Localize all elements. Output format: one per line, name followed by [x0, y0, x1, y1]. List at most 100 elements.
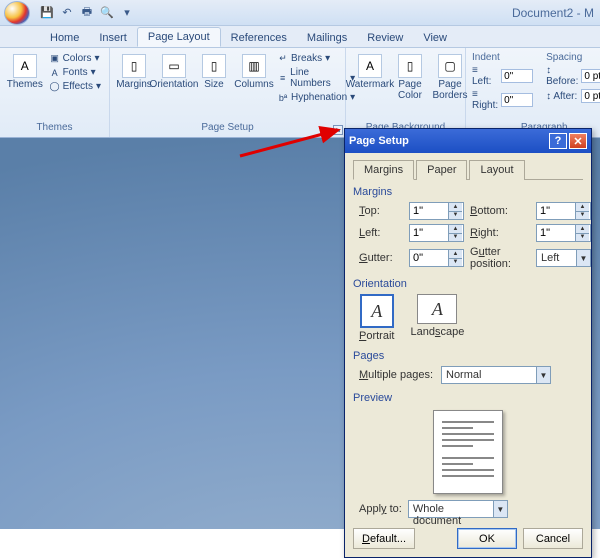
page-setup-dialog: Page Setup ? ✕ Margins Paper Layout Marg… — [344, 128, 592, 558]
ok-button[interactable]: OK — [457, 528, 517, 549]
group-page-setup: ▯Margins ▭Orientation ▯Size ▥Columns ↵Br… — [110, 48, 346, 137]
page-color-icon: ▯ — [398, 54, 422, 78]
gutter-pos-combo[interactable]: Left▼ — [536, 249, 591, 267]
tab-page-layout[interactable]: Page Layout — [137, 27, 221, 47]
gutter-label: Gutter: — [359, 252, 403, 264]
dialog-help-button[interactable]: ? — [549, 133, 567, 149]
dialog-tab-paper[interactable]: Paper — [416, 160, 467, 180]
left-label: Left: — [359, 227, 403, 239]
top-spinner[interactable]: ▲▼ — [409, 202, 464, 220]
qat-dropdown-icon[interactable]: ▾ — [118, 4, 136, 22]
ribbon: A Themes ▣Colors▾ AFonts▾ ◯Effects▾ Them… — [0, 48, 600, 138]
colors-label: Colors — [63, 53, 92, 64]
section-orientation: Orientation — [353, 278, 583, 290]
dialog-tab-margins[interactable]: Margins — [353, 160, 414, 180]
group-page-setup-label: Page Setup — [116, 122, 339, 135]
tab-review[interactable]: Review — [357, 29, 413, 47]
tab-insert[interactable]: Insert — [89, 29, 137, 47]
gutter-input[interactable] — [410, 250, 448, 266]
gutter-pos-value: Left — [537, 250, 576, 266]
gutter-spinner[interactable]: ▲▼ — [409, 249, 464, 267]
margins-button[interactable]: ▯Margins — [116, 52, 152, 92]
effects-label: Effects — [63, 81, 93, 92]
bottom-input[interactable] — [537, 203, 575, 219]
spacing-before-input[interactable] — [581, 69, 600, 83]
gutter-down[interactable]: ▼ — [448, 259, 462, 267]
bottom-up[interactable]: ▲ — [575, 203, 589, 212]
tab-home[interactable]: Home — [40, 29, 89, 47]
orientation-button[interactable]: ▭Orientation — [156, 52, 192, 92]
indent-right-input[interactable] — [501, 93, 533, 107]
title-bar: 💾 ↶ 🖶 🔍 ▾ Document2 - M — [0, 0, 600, 26]
page-borders-button[interactable]: ▢Page Borders — [432, 52, 468, 103]
spacing-heading: Spacing — [546, 52, 600, 63]
top-up[interactable]: ▲ — [448, 203, 462, 212]
default-button[interactable]: Default... — [353, 528, 415, 549]
indent-left-input[interactable] — [501, 69, 533, 83]
print-icon[interactable]: 🖶 — [78, 4, 96, 22]
colors-button[interactable]: ▣Colors▾ — [48, 52, 103, 65]
effects-button[interactable]: ◯Effects▾ — [48, 80, 103, 93]
left-up[interactable]: ▲ — [448, 225, 462, 234]
orientation-landscape[interactable]: A Landscape — [410, 294, 464, 342]
page-color-button[interactable]: ▯Page Color — [392, 52, 428, 103]
bottom-label: Bottom: — [470, 205, 530, 217]
page-setup-launcher[interactable]: ↘ — [333, 125, 343, 135]
watermark-button[interactable]: AWatermark — [352, 52, 388, 92]
chevron-down-icon[interactable]: ▼ — [493, 501, 507, 517]
dialog-close-button[interactable]: ✕ — [569, 133, 587, 149]
preview-icon[interactable]: 🔍 — [98, 4, 116, 22]
tab-references[interactable]: References — [221, 29, 297, 47]
orientation-icon: ▭ — [162, 54, 186, 78]
page-borders-label: Page Borders — [433, 79, 468, 101]
top-down[interactable]: ▼ — [448, 212, 462, 220]
bottom-spinner[interactable]: ▲▼ — [536, 202, 591, 220]
spacing-after-label: After: — [553, 91, 577, 102]
breaks-button[interactable]: ↵Breaks▾ — [276, 52, 357, 65]
section-preview: Preview — [353, 392, 583, 404]
preview-page — [433, 410, 503, 494]
top-label: Top: — [359, 205, 403, 217]
cancel-button[interactable]: Cancel — [523, 528, 583, 549]
hyphenation-label: Hyphenation — [291, 92, 347, 103]
chevron-down-icon[interactable]: ▼ — [576, 250, 590, 266]
watermark-label: Watermark — [346, 79, 395, 90]
portrait-label: Portrait — [359, 330, 394, 342]
right-down[interactable]: ▼ — [575, 234, 589, 242]
page-borders-icon: ▢ — [438, 54, 462, 78]
multiple-pages-combo[interactable]: Normal▼ — [441, 366, 551, 384]
quick-access-toolbar: 💾 ↶ 🖶 🔍 ▾ — [38, 4, 136, 22]
tab-mailings[interactable]: Mailings — [297, 29, 357, 47]
apply-to-combo[interactable]: Whole document▼ — [408, 500, 508, 518]
bottom-down[interactable]: ▼ — [575, 212, 589, 220]
fonts-button[interactable]: AFonts▾ — [48, 66, 103, 79]
orientation-label: Orientation — [150, 79, 199, 90]
save-icon[interactable]: 💾 — [38, 4, 56, 22]
themes-button[interactable]: A Themes — [6, 52, 44, 92]
columns-icon: ▥ — [242, 54, 266, 78]
left-down[interactable]: ▼ — [448, 234, 462, 242]
left-spinner[interactable]: ▲▼ — [409, 224, 464, 242]
tab-view[interactable]: View — [413, 29, 457, 47]
left-input[interactable] — [410, 225, 448, 241]
gutter-up[interactable]: ▲ — [448, 250, 462, 259]
chevron-down-icon[interactable]: ▼ — [536, 367, 550, 383]
orientation-portrait[interactable]: A Portrait — [359, 294, 394, 342]
multiple-pages-value: Normal — [442, 367, 536, 383]
right-up[interactable]: ▲ — [575, 225, 589, 234]
right-spinner[interactable]: ▲▼ — [536, 224, 591, 242]
dialog-tab-layout[interactable]: Layout — [469, 160, 524, 180]
ribbon-tabs: Home Insert Page Layout References Maili… — [0, 26, 600, 48]
spacing-after-input[interactable] — [581, 89, 600, 103]
line-numbers-label: Line Numbers — [290, 67, 347, 89]
dialog-titlebar[interactable]: Page Setup ? ✕ — [345, 129, 591, 153]
margins-icon: ▯ — [122, 54, 146, 78]
size-button[interactable]: ▯Size — [196, 52, 232, 92]
office-button[interactable] — [4, 1, 30, 25]
undo-icon[interactable]: ↶ — [58, 4, 76, 22]
themes-label: Themes — [7, 79, 43, 90]
hyphenation-button[interactable]: bªHyphenation▾ — [276, 91, 357, 104]
top-input[interactable] — [410, 203, 448, 219]
columns-button[interactable]: ▥Columns — [236, 52, 272, 92]
right-input[interactable] — [537, 225, 575, 241]
